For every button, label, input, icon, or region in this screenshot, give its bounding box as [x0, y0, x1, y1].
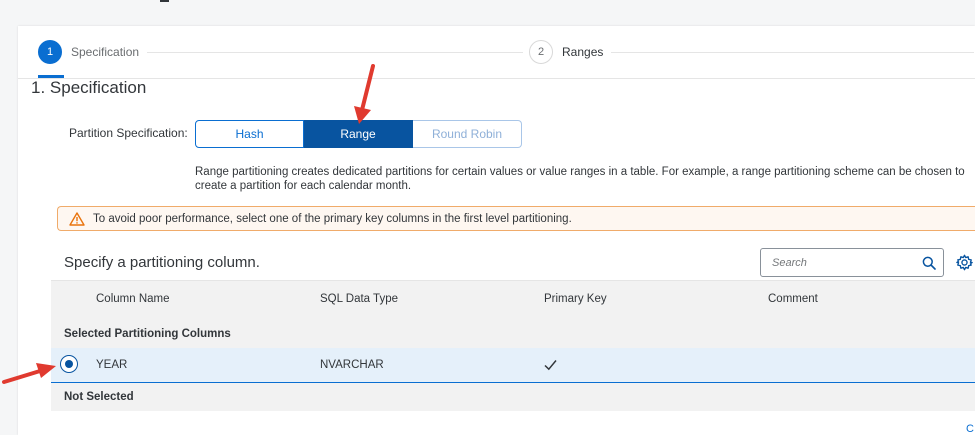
partition-description: Range partitioning creates dedicated par…	[195, 166, 965, 192]
table-title: Specify a partitioning column.	[64, 254, 260, 271]
wizard-card: 1 Specification 2 Ranges 1. Specificatio…	[18, 26, 975, 435]
warning-icon	[69, 211, 85, 226]
step-label: Specification	[71, 45, 140, 59]
text-cursor	[160, 0, 169, 2]
cell-column-name: YEAR	[96, 359, 128, 371]
radio-selected-dot	[65, 360, 73, 368]
footer-partial-button[interactable]: C	[966, 423, 974, 435]
table-header: Column Name SQL Data Type Primary Key Co…	[51, 280, 975, 321]
wizard-header: 1 Specification 2 Ranges	[18, 26, 975, 79]
partition-specification-label: Partition Specification:	[69, 126, 188, 140]
column-header-comment[interactable]: Comment	[768, 293, 818, 305]
wizard-step-ranges[interactable]: 2 Ranges	[523, 40, 612, 64]
column-header-name[interactable]: Column Name	[96, 293, 170, 305]
column-header-primary-key[interactable]: Primary Key	[544, 293, 607, 305]
partition-type-segmented-button: Hash Range Round Robin	[195, 120, 522, 148]
warning-message-strip: To avoid poor performance, select one of…	[57, 206, 975, 231]
search-icon[interactable]	[922, 256, 936, 270]
range-button[interactable]: Range	[304, 120, 413, 148]
row-radio-button[interactable]	[60, 355, 78, 373]
step-number-badge: 1	[38, 40, 62, 64]
hash-button[interactable]: Hash	[195, 120, 304, 148]
section-title: 1. Specification	[31, 78, 147, 97]
step-number-badge: 2	[529, 40, 553, 64]
step-label: Ranges	[562, 45, 604, 59]
table-row[interactable]: YEAR NVARCHAR	[51, 348, 975, 383]
group-label: Selected Partitioning Columns	[64, 328, 231, 340]
gear-icon[interactable]	[956, 254, 973, 271]
top-strip	[0, 0, 975, 13]
group-header-selected: Selected Partitioning Columns	[51, 320, 975, 348]
checkmark-icon	[544, 360, 557, 371]
round-robin-button[interactable]: Round Robin	[413, 120, 522, 148]
group-label: Not Selected	[64, 391, 134, 403]
search-input[interactable]: Search	[760, 248, 944, 277]
warning-text: To avoid poor performance, select one of…	[93, 212, 572, 225]
group-header-not-selected: Not Selected	[51, 383, 975, 411]
wizard-step-specification[interactable]: 1 Specification	[38, 40, 148, 64]
wizard-progress-line	[62, 52, 974, 53]
column-header-sql-type[interactable]: SQL Data Type	[320, 293, 398, 305]
search-placeholder: Search	[772, 257, 807, 269]
cell-sql-type: NVARCHAR	[320, 359, 384, 371]
